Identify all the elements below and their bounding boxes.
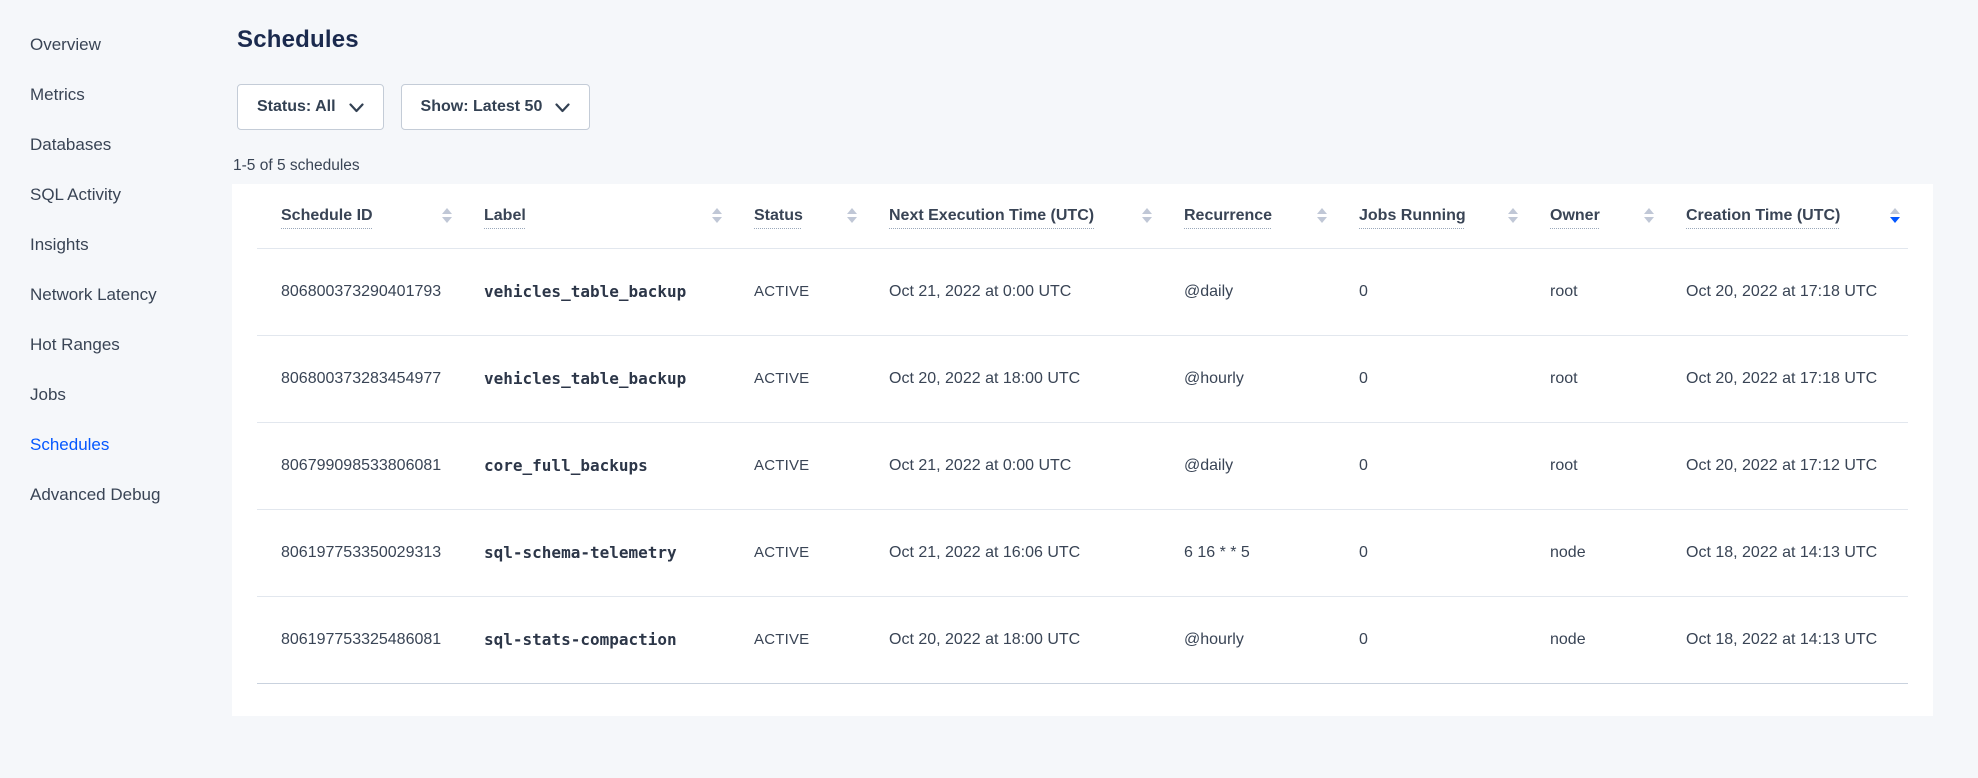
- sort-icon: [1644, 208, 1654, 223]
- cell-owner: root: [1526, 422, 1662, 509]
- cell-label: vehicles_table_backup: [460, 248, 730, 335]
- cell-jobs-running: 0: [1335, 509, 1526, 596]
- sidebar-item-label: Overview: [30, 35, 101, 55]
- column-header-owner[interactable]: Owner: [1526, 184, 1662, 248]
- column-header-next-execution-time[interactable]: Next Execution Time (UTC): [865, 184, 1160, 248]
- sidebar-item-label: Network Latency: [30, 285, 157, 305]
- sort-icon: [1508, 208, 1518, 223]
- cell-creation-time: Oct 20, 2022 at 17:18 UTC: [1662, 335, 1908, 422]
- page-title: Schedules: [237, 24, 1933, 56]
- cell-next-execution-time: Oct 21, 2022 at 0:00 UTC: [865, 248, 1160, 335]
- schedules-table-card: Schedule ID Label Status Next Execution …: [232, 184, 1933, 716]
- table-row: 806800373283454977 vehicles_table_backup…: [257, 335, 1908, 422]
- column-header-recurrence[interactable]: Recurrence: [1160, 184, 1335, 248]
- sidebar-item-insights[interactable]: Insights: [0, 220, 232, 270]
- column-header-jobs-running[interactable]: Jobs Running: [1335, 184, 1526, 248]
- cell-recurrence: @daily: [1160, 248, 1335, 335]
- cell-owner: root: [1526, 248, 1662, 335]
- cell-next-execution-time: Oct 21, 2022 at 0:00 UTC: [865, 422, 1160, 509]
- cell-status: ACTIVE: [730, 422, 865, 509]
- cell-recurrence: @hourly: [1160, 596, 1335, 683]
- cell-label: vehicles_table_backup: [460, 335, 730, 422]
- sidebar-item-sql-activity[interactable]: SQL Activity: [0, 170, 232, 220]
- table-row: 806800373290401793 vehicles_table_backup…: [257, 248, 1908, 335]
- column-header-label[interactable]: Label: [460, 184, 730, 248]
- cell-recurrence: @daily: [1160, 422, 1335, 509]
- cell-jobs-running: 0: [1335, 248, 1526, 335]
- cell-label: core_full_backups: [460, 422, 730, 509]
- sidebar-item-schedules[interactable]: Schedules: [0, 420, 232, 470]
- cell-creation-time: Oct 20, 2022 at 17:18 UTC: [1662, 248, 1908, 335]
- cell-recurrence: @hourly: [1160, 335, 1335, 422]
- sidebar-item-label: Databases: [30, 135, 111, 155]
- cell-status: ACTIVE: [730, 335, 865, 422]
- column-header-status[interactable]: Status: [730, 184, 865, 248]
- sort-icon: [1890, 208, 1900, 223]
- filter-bar: Status: All Show: Latest 50: [237, 84, 1933, 130]
- sidebar-item-network-latency[interactable]: Network Latency: [0, 270, 232, 320]
- schedules-page: Schedules Status: All Show: Latest 50 1-…: [232, 0, 1933, 716]
- sidebar-item-metrics[interactable]: Metrics: [0, 70, 232, 120]
- status-filter-dropdown[interactable]: Status: All: [237, 84, 384, 130]
- cell-schedule-id: 806197753350029313: [257, 509, 460, 596]
- cell-status: ACTIVE: [730, 509, 865, 596]
- sort-icon: [712, 208, 722, 223]
- sidebar-item-overview[interactable]: Overview: [0, 20, 232, 70]
- sidebar-item-hot-ranges[interactable]: Hot Ranges: [0, 320, 232, 370]
- sidebar-item-label: Metrics: [30, 85, 85, 105]
- sort-icon: [1317, 208, 1327, 223]
- cell-owner: node: [1526, 596, 1662, 683]
- sidebar-item-advanced-debug[interactable]: Advanced Debug: [0, 470, 232, 520]
- sidebar-item-jobs[interactable]: Jobs: [0, 370, 232, 420]
- cell-status: ACTIVE: [730, 596, 865, 683]
- sidebar-item-label: Insights: [30, 235, 89, 255]
- cell-status: ACTIVE: [730, 248, 865, 335]
- sidebar-item-label: Advanced Debug: [30, 485, 160, 505]
- column-header-schedule-id[interactable]: Schedule ID: [257, 184, 460, 248]
- cell-jobs-running: 0: [1335, 422, 1526, 509]
- sidebar-item-databases[interactable]: Databases: [0, 120, 232, 170]
- sort-icon: [442, 208, 452, 223]
- cell-creation-time: Oct 20, 2022 at 17:12 UTC: [1662, 422, 1908, 509]
- cell-creation-time: Oct 18, 2022 at 14:13 UTC: [1662, 596, 1908, 683]
- sort-icon: [847, 208, 857, 223]
- table-row: 806197753350029313 sql-schema-telemetry …: [257, 509, 1908, 596]
- results-count: 1-5 of 5 schedules: [233, 157, 1933, 175]
- cell-owner: root: [1526, 335, 1662, 422]
- column-header-creation-time[interactable]: Creation Time (UTC): [1662, 184, 1908, 248]
- sidebar-item-label: Jobs: [30, 385, 66, 405]
- table-row: 806799098533806081 core_full_backups ACT…: [257, 422, 1908, 509]
- show-filter-label: Show: Latest 50: [421, 98, 543, 116]
- cell-next-execution-time: Oct 20, 2022 at 18:00 UTC: [865, 335, 1160, 422]
- cell-owner: node: [1526, 509, 1662, 596]
- cell-next-execution-time: Oct 21, 2022 at 16:06 UTC: [865, 509, 1160, 596]
- cell-schedule-id: 806800373290401793: [257, 248, 460, 335]
- cell-creation-time: Oct 18, 2022 at 14:13 UTC: [1662, 509, 1908, 596]
- sidebar-item-label: SQL Activity: [30, 185, 121, 205]
- sidebar-item-label: Schedules: [30, 435, 109, 455]
- cell-jobs-running: 0: [1335, 335, 1526, 422]
- cell-label: sql-schema-telemetry: [460, 509, 730, 596]
- cell-label: sql-stats-compaction: [460, 596, 730, 683]
- sort-icon: [1142, 208, 1152, 223]
- chevron-down-icon: [555, 103, 570, 113]
- cell-jobs-running: 0: [1335, 596, 1526, 683]
- status-filter-label: Status: All: [257, 98, 336, 116]
- cell-schedule-id: 806197753325486081: [257, 596, 460, 683]
- cell-recurrence: 6 16 * * 5: [1160, 509, 1335, 596]
- cell-next-execution-time: Oct 20, 2022 at 18:00 UTC: [865, 596, 1160, 683]
- table-row: 806197753325486081 sql-stats-compaction …: [257, 596, 1908, 683]
- table-header-row: Schedule ID Label Status Next Execution …: [257, 184, 1908, 248]
- chevron-down-icon: [349, 103, 364, 113]
- cell-schedule-id: 806800373283454977: [257, 335, 460, 422]
- sidebar: Overview Metrics Databases SQL Activity …: [0, 0, 232, 778]
- show-filter-dropdown[interactable]: Show: Latest 50: [401, 84, 591, 130]
- cell-schedule-id: 806799098533806081: [257, 422, 460, 509]
- sidebar-item-label: Hot Ranges: [30, 335, 120, 355]
- schedules-table: Schedule ID Label Status Next Execution …: [257, 184, 1908, 684]
